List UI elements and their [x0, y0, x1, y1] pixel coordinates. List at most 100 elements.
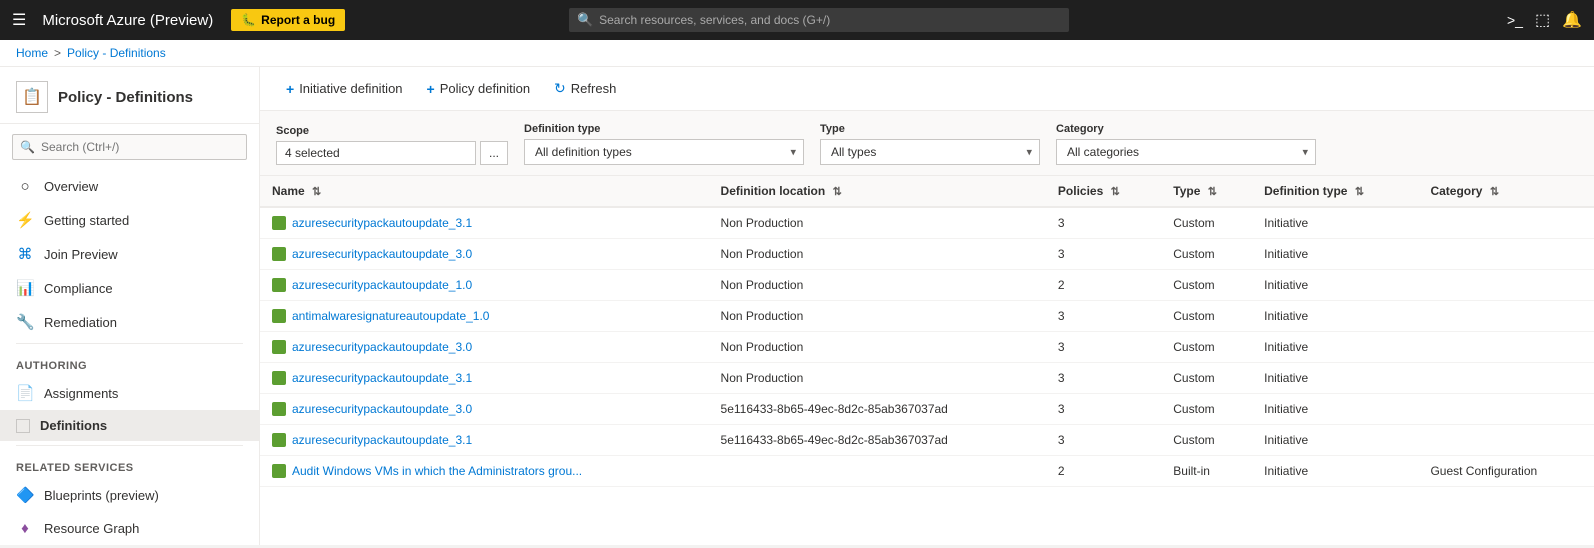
sidebar-item-label: Assignments — [44, 386, 118, 401]
cell-defloc-7: 5e116433-8b65-49ec-8d2c-85ab367037ad — [709, 425, 1046, 456]
cell-policies-2: 2 — [1046, 270, 1161, 301]
cell-policies-5: 3 — [1046, 363, 1161, 394]
breadcrumb-current: Policy - Definitions — [67, 46, 166, 60]
row-name-link-6[interactable]: azuresecuritypackautoupdate_3.0 — [272, 402, 697, 416]
row-icon-4 — [272, 340, 286, 354]
row-name-link-0[interactable]: azuresecuritypackautoupdate_3.1 — [272, 216, 697, 230]
col-policies[interactable]: Policies ⇅ — [1046, 176, 1161, 207]
cell-defloc-5: Non Production — [709, 363, 1046, 394]
row-name-link-1[interactable]: azuresecuritypackautoupdate_3.0 — [272, 247, 697, 261]
sidebar-page-title: Policy - Definitions — [58, 89, 193, 106]
sidebar-item-overview[interactable]: ○ Overview — [0, 170, 259, 203]
row-name-link-4[interactable]: azuresecuritypackautoupdate_3.0 — [272, 340, 697, 354]
cell-policies-6: 3 — [1046, 394, 1161, 425]
cell-name-8: Audit Windows VMs in which the Administr… — [260, 456, 709, 487]
definition-type-label: Definition type — [524, 123, 804, 135]
row-name-link-7[interactable]: azuresecuritypackautoupdate_3.1 — [272, 433, 697, 447]
category-label: Category — [1056, 123, 1316, 135]
scope-filter-group: Scope ... — [276, 125, 508, 165]
scope-input[interactable] — [276, 141, 476, 165]
col-name[interactable]: Name ⇅ — [260, 176, 709, 207]
sidebar-page-icon: 📋 — [16, 81, 48, 113]
sidebar-item-label: Blueprints (preview) — [44, 488, 159, 503]
row-name-link-5[interactable]: azuresecuritypackautoupdate_3.1 — [272, 371, 697, 385]
sort-category-icon: ⇅ — [1490, 186, 1499, 198]
cell-name-4: azuresecuritypackautoupdate_3.0 — [260, 332, 709, 363]
sidebar-item-label: Compliance — [44, 281, 113, 296]
sidebar-item-resource-graph[interactable]: ♦ Resource Graph — [0, 512, 259, 545]
cell-defloc-8 — [709, 456, 1046, 487]
table-row: azuresecuritypackautoupdate_3.1 Non Prod… — [260, 207, 1594, 239]
row-name-link-8[interactable]: Audit Windows VMs in which the Administr… — [272, 464, 697, 478]
remediation-icon: 🔧 — [16, 313, 34, 331]
definition-type-select[interactable]: All definition types — [524, 139, 804, 165]
cloud-shell-icon[interactable]: >_ — [1507, 12, 1523, 28]
policy-definition-button[interactable]: + Policy definition — [417, 76, 541, 102]
row-icon-6 — [272, 402, 286, 416]
table-row: antimalwaresignatureautoupdate_1.0 Non P… — [260, 301, 1594, 332]
sidebar-item-remediation[interactable]: 🔧 Remediation — [0, 305, 259, 339]
sidebar-item-getting-started[interactable]: ⚡ Getting started — [0, 203, 259, 237]
cell-defloc-0: Non Production — [709, 207, 1046, 239]
related-section-label: Related Services — [0, 450, 259, 478]
sidebar-item-compliance[interactable]: 📊 Compliance — [0, 271, 259, 305]
cell-type-3: Custom — [1161, 301, 1252, 332]
filters-row: Scope ... Definition type All definition… — [260, 111, 1594, 176]
row-name-link-2[interactable]: azuresecuritypackautoupdate_1.0 — [272, 278, 697, 292]
topnav: ☰ Microsoft Azure (Preview) 🐛 Report a b… — [0, 0, 1594, 40]
col-type[interactable]: Type ⇅ — [1161, 176, 1252, 207]
definitions-table-wrap: Name ⇅ Definition location ⇅ Policies ⇅ — [260, 176, 1594, 545]
breadcrumb-separator: > — [54, 46, 61, 60]
cell-category-8: Guest Configuration — [1418, 456, 1594, 487]
row-name-link-3[interactable]: antimalwaresignatureautoupdate_1.0 — [272, 309, 697, 323]
sort-policies-icon: ⇅ — [1111, 186, 1120, 198]
cell-type-8: Built-in — [1161, 456, 1252, 487]
cell-defloc-1: Non Production — [709, 239, 1046, 270]
cell-category-7 — [1418, 425, 1594, 456]
col-category[interactable]: Category ⇅ — [1418, 176, 1594, 207]
cell-type-4: Custom — [1161, 332, 1252, 363]
col-definition-location[interactable]: Definition location ⇅ — [709, 176, 1046, 207]
category-select[interactable]: All categories — [1056, 139, 1316, 165]
sidebar-divider-1 — [16, 343, 243, 344]
table-row: Audit Windows VMs in which the Administr… — [260, 456, 1594, 487]
menu-icon[interactable]: ☰ — [12, 10, 26, 30]
sidebar-item-assignments[interactable]: 📄 Assignments — [0, 376, 259, 410]
sidebar-item-label: Overview — [44, 179, 98, 194]
initiative-definition-button[interactable]: + Initiative definition — [276, 76, 413, 102]
cell-name-1: azuresecuritypackautoupdate_3.0 — [260, 239, 709, 270]
cell-name-3: antimalwaresignatureautoupdate_1.0 — [260, 301, 709, 332]
sidebar-item-join-preview[interactable]: ⌘ Join Preview — [0, 237, 259, 271]
table-row: azuresecuritypackautoupdate_3.1 5e116433… — [260, 425, 1594, 456]
breadcrumb-home[interactable]: Home — [16, 46, 48, 60]
row-icon-1 — [272, 247, 286, 261]
cell-deftype-0: Initiative — [1252, 207, 1418, 239]
scope-ellipsis-button[interactable]: ... — [480, 141, 508, 165]
assignments-icon: 📄 — [16, 384, 34, 402]
type-select[interactable]: All types — [820, 139, 1040, 165]
cell-deftype-6: Initiative — [1252, 394, 1418, 425]
sidebar-item-blueprints[interactable]: 🔷 Blueprints (preview) — [0, 478, 259, 512]
global-search-input[interactable] — [569, 8, 1069, 32]
notifications-icon[interactable]: 🔔 — [1562, 10, 1582, 30]
global-search: 🔍 — [569, 8, 1069, 32]
plus-icon-initiative: + — [286, 81, 294, 97]
sidebar-search-input[interactable] — [12, 134, 247, 160]
definition-type-filter-group: Definition type All definition types — [524, 123, 804, 165]
blueprints-icon: 🔷 — [16, 486, 34, 504]
refresh-button[interactable]: ↻ Refresh — [544, 75, 626, 102]
sidebar-item-definitions[interactable]: Definitions — [0, 410, 259, 441]
sort-type-icon: ⇅ — [1208, 186, 1217, 198]
cell-deftype-4: Initiative — [1252, 332, 1418, 363]
cell-name-2: azuresecuritypackautoupdate_1.0 — [260, 270, 709, 301]
cell-deftype-7: Initiative — [1252, 425, 1418, 456]
sort-name-icon: ⇅ — [312, 186, 321, 198]
sidebar-item-label: Getting started — [44, 213, 129, 228]
col-definition-type[interactable]: Definition type ⇅ — [1252, 176, 1418, 207]
portal-icon[interactable]: ⬚ — [1535, 10, 1550, 30]
table-row: azuresecuritypackautoupdate_3.0 5e116433… — [260, 394, 1594, 425]
definitions-icon — [16, 419, 30, 433]
sidebar-item-label: Definitions — [40, 418, 107, 433]
report-bug-button[interactable]: 🐛 Report a bug — [231, 9, 345, 31]
sidebar-header: 📋 Policy - Definitions — [0, 67, 259, 124]
